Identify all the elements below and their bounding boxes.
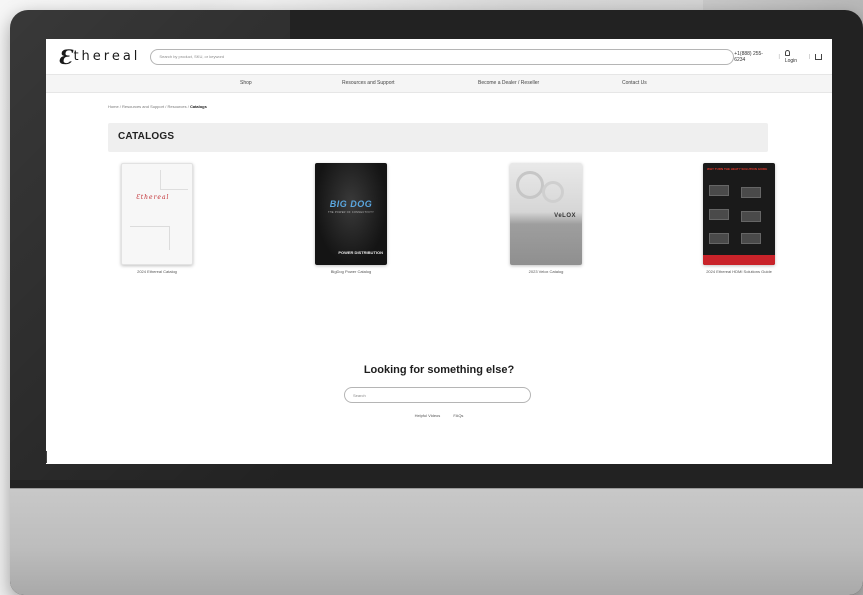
breadcrumb-resources-support[interactable]: Resources and Support bbox=[122, 104, 164, 109]
breadcrumb-current: Catalogs bbox=[189, 104, 207, 109]
cover-product-image bbox=[741, 187, 761, 198]
user-icon bbox=[784, 49, 790, 56]
catalog-label[interactable]: BigDog Power Catalog bbox=[314, 269, 388, 275]
catalog-label[interactable]: 2023 Velox Catalog bbox=[509, 269, 583, 275]
header-utilities: +1(888) 255-6234 | Login | bbox=[734, 49, 822, 64]
header-search-input[interactable]: Search by product, SKU, or keyword bbox=[150, 48, 735, 65]
breadcrumb-resources[interactable]: Resources bbox=[167, 104, 186, 109]
cover-product-image bbox=[741, 211, 761, 222]
helpful-videos-link[interactable]: Helpful Videos bbox=[415, 413, 441, 418]
catalog-card-hdmi[interactable]: WHY TURN THE HEAT? SOLUTION GUIDE 2024 E… bbox=[702, 163, 776, 275]
nav-shop[interactable]: Shop bbox=[240, 80, 252, 86]
cover-logo-text: Ɛthereal bbox=[136, 194, 170, 201]
browser-viewport: Ɛ thereal Search by product, SKU, or key… bbox=[46, 39, 832, 464]
breadcrumb-home[interactable]: Home bbox=[108, 104, 119, 109]
catalog-cover-ethereal[interactable]: Ɛthereal bbox=[121, 163, 193, 265]
util-separator: | bbox=[808, 53, 811, 60]
page-title: CATALOGS bbox=[118, 131, 175, 142]
breadcrumb-separator: / bbox=[119, 104, 121, 109]
cover-product-image bbox=[709, 185, 729, 196]
catalog-card-bigdog[interactable]: BIG DOG THE POWER OF CONNECTIVITY POWER … bbox=[314, 163, 388, 275]
nav-contact[interactable]: Contact Us bbox=[622, 80, 647, 86]
header-search-placeholder: Search by product, SKU, or keyword bbox=[159, 54, 225, 59]
cover-product-image bbox=[741, 233, 761, 244]
page-title-bar: CATALOGS bbox=[108, 123, 768, 152]
cover-gear-graphic bbox=[516, 171, 544, 199]
cover-footer-band bbox=[703, 255, 775, 265]
catalog-card-velox[interactable]: VeLOX 2023 Velox Catalog bbox=[509, 163, 583, 275]
catalog-label[interactable]: 2024 Ethereal Catalog bbox=[120, 269, 194, 275]
cover-pattern bbox=[160, 170, 188, 190]
cover-pattern bbox=[130, 226, 170, 250]
cover-title: WHY TURN THE HEAT? SOLUTION GUIDE bbox=[707, 167, 768, 171]
catalog-cover-hdmi[interactable]: WHY TURN THE HEAT? SOLUTION GUIDE bbox=[703, 163, 775, 265]
bottom-search-input[interactable]: Search bbox=[344, 387, 531, 403]
cover-gear-graphic bbox=[542, 181, 564, 203]
login-label: Login bbox=[784, 57, 798, 64]
cover-tagline: THE POWER OF CONNECTIVITY bbox=[327, 211, 375, 214]
cover-subtitle: POWER DISTRIBUTION bbox=[338, 250, 383, 255]
breadcrumb: Home / Resources and Support / Resources… bbox=[108, 104, 207, 109]
help-links: Helpful Videos FAQs bbox=[46, 413, 832, 418]
nav-become-dealer[interactable]: Become a Dealer / Reseller bbox=[478, 80, 539, 86]
monitor-chin bbox=[10, 488, 863, 595]
desktop-monitor: Ɛ thereal Search by product, SKU, or key… bbox=[10, 10, 863, 595]
catalog-card-ethereal[interactable]: Ɛthereal 2024 Ethereal Catalog bbox=[120, 163, 194, 275]
phone-link[interactable]: +1(888) 255-6234 bbox=[734, 51, 773, 63]
login-link[interactable]: Login bbox=[784, 49, 804, 64]
cover-product-image bbox=[709, 233, 729, 244]
logo-mark: Ɛ bbox=[58, 44, 73, 69]
cover-logo-text: VeLOX bbox=[554, 213, 576, 219]
cover-logo-text: BIG DOG bbox=[329, 199, 373, 209]
faqs-link[interactable]: FAQs bbox=[453, 413, 463, 418]
util-separator: | bbox=[778, 53, 780, 60]
nav-resources-support[interactable]: Resources and Support bbox=[342, 80, 395, 86]
main-navigation: Shop Resources and Support Become a Deal… bbox=[46, 74, 832, 93]
bottom-search-placeholder: Search bbox=[353, 392, 366, 398]
catalog-cover-bigdog[interactable]: BIG DOG THE POWER OF CONNECTIVITY POWER … bbox=[315, 163, 387, 265]
looking-heading: Looking for something else? bbox=[363, 364, 515, 376]
text-cursor bbox=[46, 451, 47, 463]
site-header: Ɛ thereal Search by product, SKU, or key… bbox=[46, 39, 832, 74]
site-logo[interactable]: Ɛ thereal bbox=[58, 46, 140, 68]
breadcrumb-separator: / bbox=[187, 104, 189, 109]
cover-product-image bbox=[709, 209, 729, 220]
logo-text: thereal bbox=[73, 49, 141, 64]
cart-icon[interactable] bbox=[815, 53, 822, 60]
catalog-cover-velox[interactable]: VeLOX bbox=[510, 163, 582, 265]
catalog-label[interactable]: 2024 Ethereal HDMI Solutions Guide bbox=[702, 269, 776, 275]
